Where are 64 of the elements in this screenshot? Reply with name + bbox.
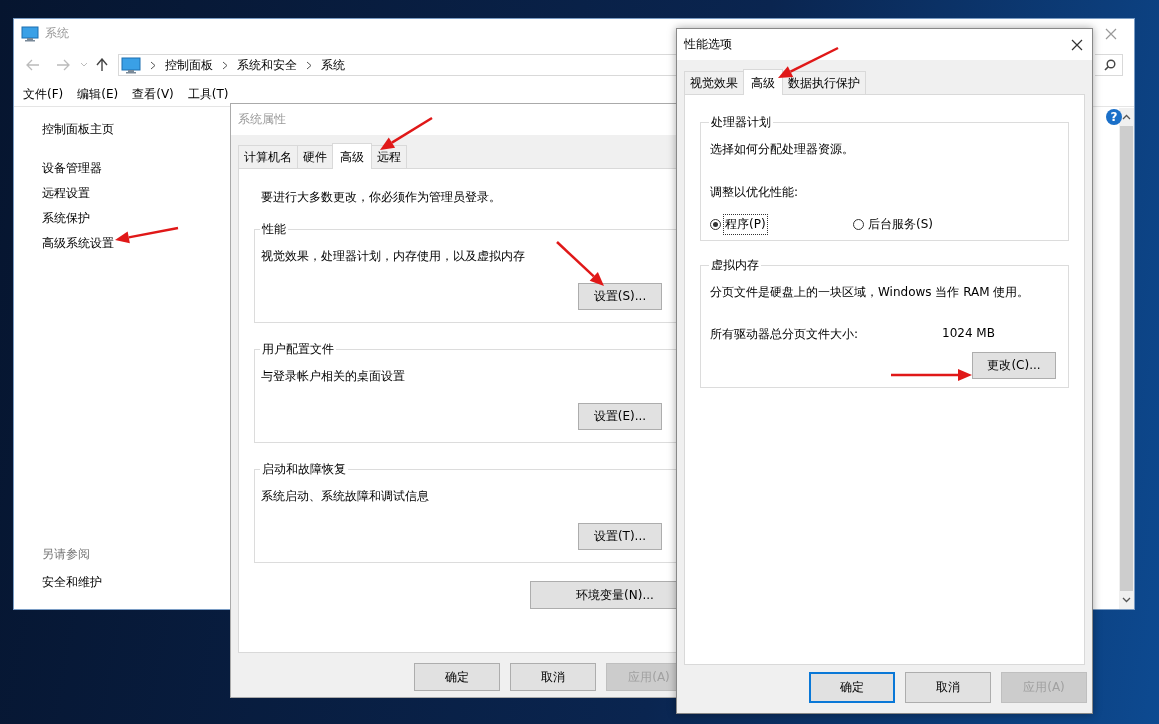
window-title: 系统 bbox=[45, 25, 69, 42]
annotation-arrow bbox=[115, 226, 179, 244]
sidebar-link[interactable]: 远程设置 bbox=[42, 181, 90, 206]
chevron-icon bbox=[222, 60, 228, 70]
dialog-button[interactable]: 取消 bbox=[905, 672, 991, 703]
prompt-text: 调整以优化性能: bbox=[710, 184, 800, 201]
dialog-button[interactable]: 确定 bbox=[809, 672, 895, 703]
breadcrumb-item[interactable]: 控制面板 bbox=[165, 56, 213, 74]
help-icon[interactable]: ? bbox=[1106, 109, 1122, 125]
tab[interactable]: 视觉效果 bbox=[684, 71, 744, 94]
notice-text: 要进行大多数更改，你必须作为管理员登录。 bbox=[261, 189, 502, 206]
group-title: 性能 bbox=[261, 221, 287, 238]
sidebar-link[interactable]: 高级系统设置 bbox=[42, 231, 114, 256]
breadcrumb-item[interactable]: 系统 bbox=[321, 56, 345, 74]
menu-item[interactable]: 工具(T) bbox=[187, 86, 229, 103]
annotation-arrow bbox=[556, 241, 604, 286]
sidebar-link[interactable]: 系统保护 bbox=[42, 206, 90, 231]
radio-label[interactable]: 后台服务(S) bbox=[866, 214, 935, 235]
group-title: 处理器计划 bbox=[710, 114, 772, 131]
chevron-icon bbox=[306, 60, 312, 70]
scrollbar-thumb[interactable] bbox=[1120, 126, 1133, 591]
settings-button[interactable]: 设置(S)... bbox=[578, 283, 662, 310]
computer-icon bbox=[21, 25, 39, 42]
change-button[interactable]: 更改(C)... bbox=[972, 352, 1056, 379]
search-icon bbox=[1104, 59, 1116, 71]
tab[interactable]: 数据执行保护 bbox=[782, 71, 866, 94]
annotation-arrow bbox=[778, 46, 839, 78]
group-title: 虚拟内存 bbox=[710, 257, 760, 274]
menu-item[interactable]: 查看(V) bbox=[132, 86, 174, 103]
field-label: 所有驱动器总分页文件大小: bbox=[710, 326, 860, 343]
dialog-button[interactable]: 确定 bbox=[414, 663, 500, 691]
window-title: 性能选项 bbox=[684, 36, 732, 53]
group-description: 分页文件是硬盘上的一块区域，Windows 当作 RAM 使用。 bbox=[710, 284, 1031, 301]
radio-label[interactable]: 程序(P) bbox=[723, 214, 768, 235]
group-description: 选择如何分配处理器资源。 bbox=[710, 141, 855, 158]
tab[interactable]: 高级 bbox=[743, 69, 783, 95]
tab[interactable]: 计算机名 bbox=[238, 145, 298, 168]
annotation-arrow bbox=[380, 116, 433, 150]
breadcrumb-item[interactable]: 系统和安全 bbox=[237, 56, 297, 74]
field-value: 1024 MB bbox=[942, 326, 995, 342]
group-description: 视觉效果，处理器计划，内存使用，以及虚拟内存 bbox=[261, 248, 526, 265]
menu-item[interactable]: 文件(F) bbox=[23, 86, 64, 103]
menu-item[interactable]: 编辑(E) bbox=[77, 86, 119, 103]
group-title: 用户配置文件 bbox=[261, 341, 335, 358]
dialog-button[interactable]: 取消 bbox=[510, 663, 596, 691]
window-title: 系统属性 bbox=[238, 111, 286, 128]
group-description: 系统启动、系统故障和调试信息 bbox=[261, 488, 430, 505]
close-icon[interactable] bbox=[1071, 38, 1083, 51]
scroll-up-icon[interactable] bbox=[1122, 114, 1131, 120]
scroll-down-icon[interactable] bbox=[1122, 597, 1131, 603]
search-field[interactable] bbox=[1095, 54, 1123, 76]
section-heading: 另请参阅 bbox=[42, 546, 91, 563]
group-title: 启动和故障恢复 bbox=[261, 461, 347, 478]
chevron-icon bbox=[150, 60, 156, 70]
tab[interactable]: 高级 bbox=[332, 143, 372, 169]
scrollbar[interactable] bbox=[1119, 108, 1134, 609]
sidebar-link[interactable]: 安全和维护 bbox=[42, 574, 102, 591]
sidebar-link[interactable]: 设备管理器 bbox=[42, 156, 102, 181]
settings-button[interactable]: 设置(T)... bbox=[578, 523, 662, 550]
sidebar-link[interactable]: 控制面板主页 bbox=[42, 121, 114, 138]
group-description: 与登录帐户相关的桌面设置 bbox=[261, 368, 406, 385]
settings-button[interactable]: 设置(E)... bbox=[578, 403, 662, 430]
computer-icon bbox=[121, 56, 141, 74]
up-arrow-icon[interactable] bbox=[96, 58, 108, 72]
